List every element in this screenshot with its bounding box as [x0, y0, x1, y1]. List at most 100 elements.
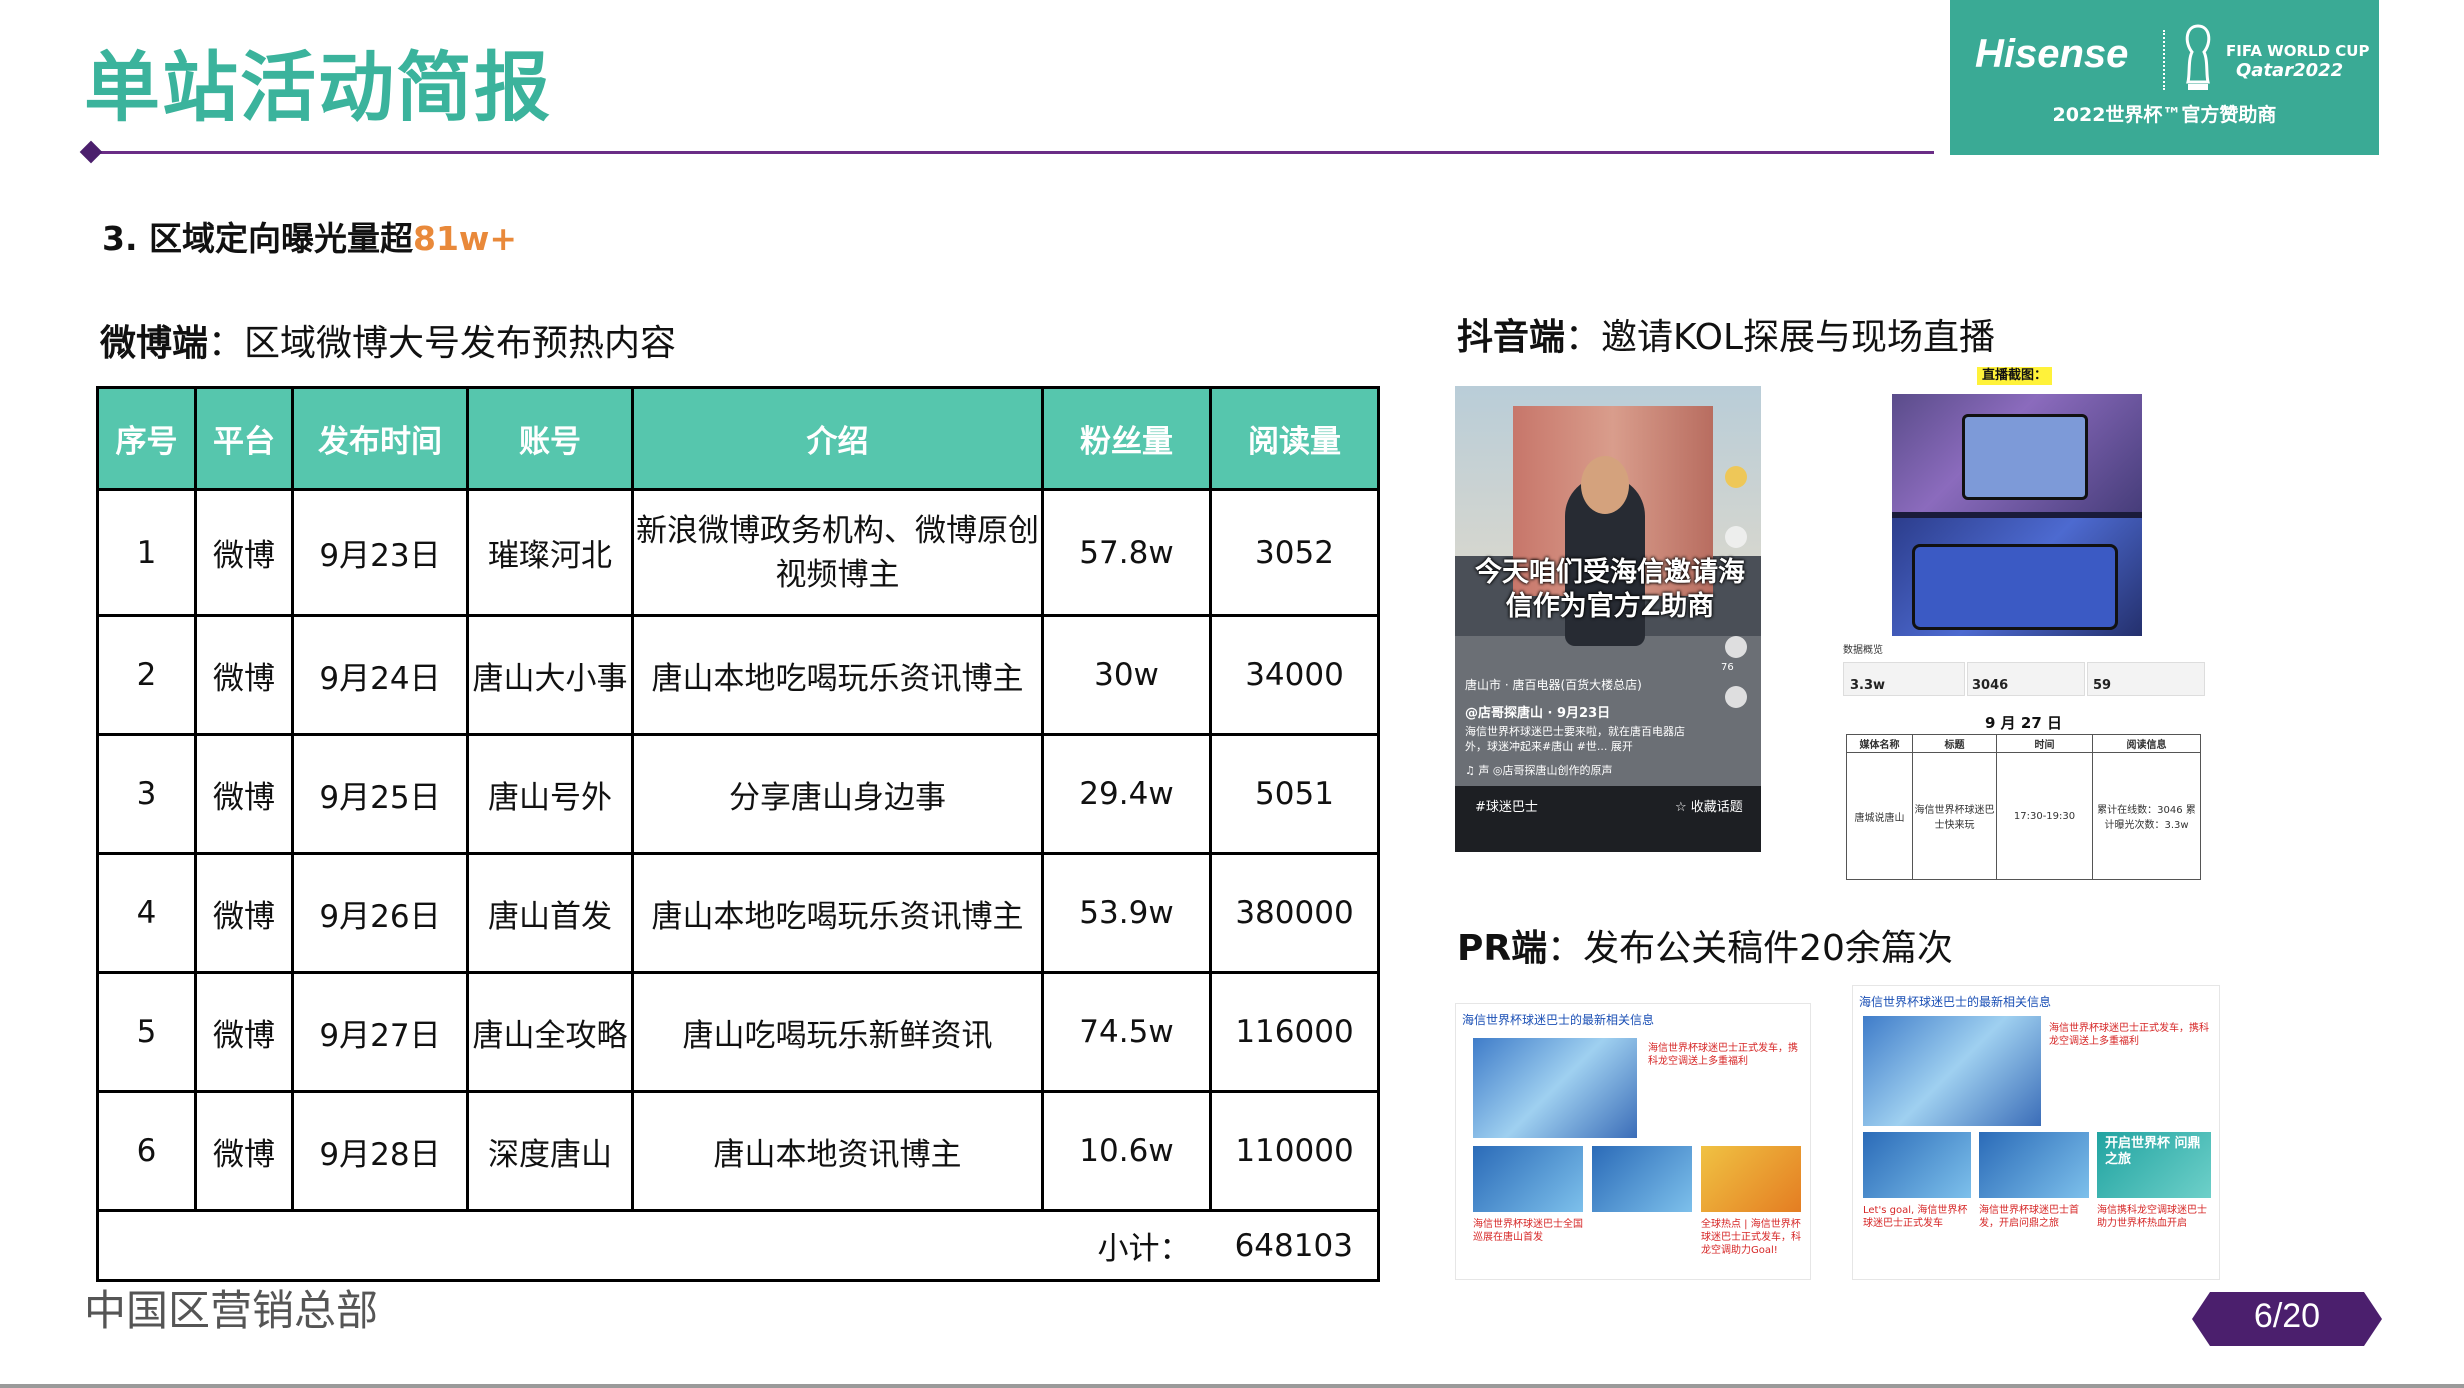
- cell-reads: 34000: [1209, 614, 1380, 736]
- pr-label-rest: ：发布公关稿件20余篇次: [1547, 928, 1953, 969]
- video-music: ♫ 声 ◎店哥探唐山创作的原声: [1465, 764, 1613, 777]
- pr-thumb-image: [1979, 1132, 2089, 1198]
- video-author: @店哥探唐山 · 9月23日: [1465, 706, 1611, 721]
- brand-event-line1: FIFA WORLD CUP: [2226, 42, 2370, 60]
- pr-main-image: [1473, 1038, 1637, 1138]
- mini-row: 唐城说唐山 海信世界杯球迷巴士快来玩 17:30-19:30 累计在线数：304…: [1846, 752, 2201, 880]
- weibo-table: 序号 平台 发布时间 账号 介绍 粉丝量 阅读量 1 微博 9月23日 璀璨河北…: [96, 386, 1380, 1282]
- stat-value-exposure: 3.3w: [1850, 678, 1886, 693]
- livestream-mini-table: 媒体名称 标题 时间 阅读信息 唐城说唐山 海信世界杯球迷巴士快来玩 17:30…: [1846, 734, 2201, 880]
- col-header-account: 账号: [466, 386, 634, 491]
- cell-fans: 30w: [1041, 614, 1212, 736]
- mini-cell: 唐城说唐山: [1846, 752, 1913, 880]
- weibo-label-rest: ：区域微博大号发布预热内容: [208, 323, 677, 364]
- stats-label: 数据概览: [1843, 645, 1883, 656]
- brand-sponsor: 2022世界杯™官方赞助商: [2052, 104, 2277, 126]
- pr-card-header: 海信世界杯球迷巴士的最新相关信息: [1462, 1013, 1655, 1027]
- pr-thumb-title: 海信世界杯球迷巴士全国巡展在唐山首发: [1473, 1219, 1583, 1243]
- cell-platform: 微博: [194, 614, 294, 736]
- pr-main-title: 海信世界杯球迷巴士正式发车，携科龙空调送上多重福利: [1648, 1043, 1798, 1067]
- pr-news-card-1: 海信世界杯球迷巴士的最新相关信息 海信世界杯球迷巴士正式发车，携科龙空调送上多重…: [1455, 1003, 1811, 1280]
- col-header-no: 序号: [96, 386, 197, 491]
- weibo-section-label: 微博端：区域微博大号发布预热内容: [100, 326, 676, 362]
- live-screenshot-label: 直播截图：: [1977, 367, 2053, 385]
- cell-date: 9月24日: [291, 614, 469, 736]
- pr-thumb-title: 海信携科龙空调球迷巴士助力世界杯热血开启: [2097, 1205, 2207, 1229]
- cell-platform: 微博: [194, 1090, 294, 1212]
- video-caption: 今天咱们受海信邀请海信作为官方Z助商: [1475, 557, 1745, 622]
- cell-account: 唐山首发: [466, 852, 634, 974]
- pr-thumb-overlay-title: 开启世界杯 问鼎之旅: [2105, 1136, 2201, 1167]
- douyin-phone-screenshot: 76 今天咱们受海信邀请海信作为官方Z助商 唐山市 · 唐百电器(百货大楼总店)…: [1455, 386, 1761, 852]
- star-icon: [1725, 636, 1747, 658]
- mini-table-date: 9 月 27 日: [1985, 714, 2062, 732]
- stat-value-online: 3046: [1972, 678, 2009, 693]
- mini-header: 媒体名称: [1846, 734, 1913, 753]
- mini-cell: 海信世界杯球迷巴士快来玩: [1912, 752, 1997, 880]
- cell-reads: 116000: [1209, 971, 1380, 1093]
- page-title: 单站活动简报: [84, 43, 552, 132]
- cell-date: 9月28日: [291, 1090, 469, 1212]
- table-row: 5 微博 9月27日 唐山全攻略 唐山吃喝玩乐新鲜资讯 74.5w 116000: [96, 971, 1380, 1093]
- cell-account: 璀璨河北: [466, 488, 634, 617]
- table-row: 2 微博 9月24日 唐山大小事 唐山本地吃喝玩乐资讯博主 30w 34000: [96, 614, 1380, 736]
- world-cup-trophy-icon: [2185, 24, 2211, 90]
- mini-header: 阅读信息: [2092, 734, 2201, 753]
- subhead-highlight: 81w+: [413, 219, 518, 258]
- cell-fans: 10.6w: [1041, 1090, 1212, 1212]
- share-icon: [1725, 686, 1747, 708]
- table-row: 3 微博 9月25日 唐山号外 分享唐山身边事 29.4w 5051: [96, 733, 1380, 855]
- cell-fans: 57.8w: [1041, 488, 1212, 617]
- pr-thumb-image: [1701, 1146, 1801, 1212]
- pr-main-title: 海信世界杯球迷巴士正式发车，携科龙空调送上多重福利: [2049, 1023, 2209, 1047]
- pr-label-bold: PR端: [1457, 928, 1548, 969]
- pr-main-image: [1863, 1016, 2041, 1126]
- brand-logo: Hisense: [1975, 32, 2129, 76]
- cell-date: 9月23日: [291, 488, 469, 617]
- weibo-label-bold: 微博端: [100, 323, 209, 364]
- cell-fans: 29.4w: [1041, 733, 1212, 855]
- cell-no: 5: [96, 971, 197, 1093]
- cell-platform: 微博: [194, 488, 294, 617]
- table-row: 6 微博 9月28日 深度唐山 唐山本地资讯博主 10.6w 110000: [96, 1090, 1380, 1212]
- col-header-intro: 介绍: [631, 386, 1044, 491]
- pr-thumb-image: [1473, 1146, 1583, 1212]
- douyin-label-rest: ：邀请KOL探展与现场直播: [1565, 317, 1996, 358]
- brand-event-line2: Qatar2022: [2236, 60, 2344, 81]
- cell-account: 唐山大小事: [466, 614, 634, 736]
- collect-topic-button: ☆ 收藏话题: [1675, 800, 1743, 815]
- col-header-reads: 阅读量: [1209, 386, 1380, 491]
- brand-separator: [2163, 30, 2167, 90]
- cell-date: 9月26日: [291, 852, 469, 974]
- mini-cell: 17:30-19:30: [1996, 752, 2093, 880]
- bottom-rule: [0, 1384, 2464, 1388]
- livestream-screenshot: [1892, 394, 2142, 636]
- page-number: 6/20: [2253, 1297, 2321, 1335]
- cell-intro: 唐山本地资讯博主: [631, 1090, 1044, 1212]
- likes-count: 76: [1721, 662, 1734, 673]
- table-header-row: 序号 平台 发布时间 账号 介绍 粉丝量 阅读量: [96, 386, 1380, 491]
- col-header-date: 发布时间: [291, 386, 469, 491]
- col-header-platform: 平台: [194, 386, 294, 491]
- video-location: 唐山市 · 唐百电器(百货大楼总店): [1465, 678, 1642, 692]
- cell-intro: 新浪微博政务机构、微博原创视频博主: [631, 488, 1044, 617]
- pr-section-label: PR端：发布公关稿件20余篇次: [1457, 931, 1953, 967]
- mini-header-row: 媒体名称 标题 时间 阅读信息: [1846, 734, 2201, 753]
- cell-fans: 53.9w: [1041, 852, 1212, 974]
- author-avatar-icon: [1725, 466, 1747, 488]
- heart-icon: [1725, 526, 1747, 548]
- table-row: 1 微博 9月23日 璀璨河北 新浪微博政务机构、微博原创视频博主 57.8w …: [96, 488, 1380, 617]
- subtotal-row: 小计： 648103: [96, 1209, 1380, 1282]
- subtotal-value: 648103: [1210, 1209, 1380, 1282]
- cell-date: 9月27日: [291, 971, 469, 1093]
- cell-date: 9月25日: [291, 733, 469, 855]
- title-divider: [90, 151, 1934, 154]
- pr-thumb-image: [1863, 1132, 1971, 1198]
- cell-reads: 5051: [1209, 733, 1380, 855]
- cell-reads: 3052: [1209, 488, 1380, 617]
- livestream-phone-bottom: [1912, 544, 2118, 630]
- cell-no: 1: [96, 488, 197, 617]
- cell-platform: 微博: [194, 971, 294, 1093]
- video-hashtag: #球迷巴士: [1475, 800, 1538, 815]
- cell-intro: 唐山本地吃喝玩乐资讯博主: [631, 614, 1044, 736]
